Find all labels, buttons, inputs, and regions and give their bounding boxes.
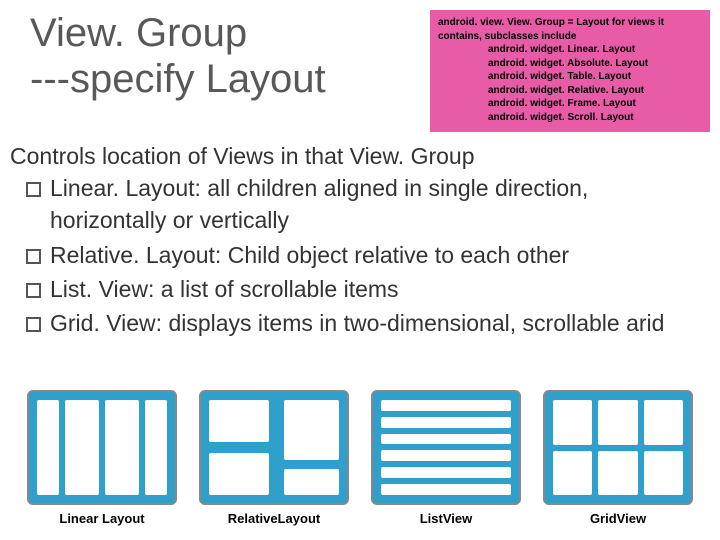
diagram-caption: Linear Layout bbox=[59, 511, 144, 526]
layout-block bbox=[553, 400, 592, 445]
header-row: View. Group ---specify Layout android. v… bbox=[0, 0, 720, 132]
linear-layout-icon bbox=[27, 390, 177, 505]
layout-block bbox=[209, 453, 269, 495]
diagram-linear: Linear Layout bbox=[27, 390, 177, 526]
layout-block bbox=[381, 400, 511, 411]
layout-block bbox=[284, 400, 339, 460]
callout-heading: android. view. View. Group = Layout for … bbox=[438, 16, 702, 43]
layout-block bbox=[381, 434, 511, 445]
info-callout: android. view. View. Group = Layout for … bbox=[430, 10, 710, 132]
relative-layout-icon bbox=[199, 390, 349, 505]
callout-item: android. widget. Scroll. Layout bbox=[438, 111, 702, 125]
grid-view-icon bbox=[543, 390, 693, 505]
list-item: Grid. View: displays items in two-dimens… bbox=[26, 307, 710, 339]
slide-title: View. Group ---specify Layout bbox=[30, 10, 430, 102]
diagram-caption: RelativeLayout bbox=[228, 511, 320, 526]
diagram-caption: ListView bbox=[420, 511, 473, 526]
diagram-row: Linear Layout RelativeLayout ListView bbox=[0, 390, 720, 526]
list-view-icon bbox=[371, 390, 521, 505]
layout-block bbox=[105, 400, 139, 495]
diagram-grid: GridView bbox=[543, 390, 693, 526]
body-content: Controls location of Views in that View.… bbox=[0, 132, 720, 339]
layout-block bbox=[644, 451, 683, 496]
callout-item: android. widget. Linear. Layout bbox=[438, 43, 702, 57]
layout-block bbox=[381, 450, 511, 461]
list-item: List. View: a list of scrollable items bbox=[26, 273, 710, 305]
layout-block bbox=[644, 400, 683, 445]
intro-text: Controls location of Views in that View.… bbox=[10, 140, 710, 172]
diagram-relative: RelativeLayout bbox=[199, 390, 349, 526]
callout-item: android. widget. Table. Layout bbox=[438, 70, 702, 84]
layout-block bbox=[37, 400, 59, 495]
layout-block bbox=[284, 469, 339, 495]
layout-block bbox=[553, 451, 592, 496]
bullet-list: Linear. Layout: all children aligned in … bbox=[10, 172, 710, 339]
layout-block bbox=[598, 400, 637, 445]
diagram-caption: GridView bbox=[590, 511, 646, 526]
title-line-1: View. Group bbox=[30, 11, 247, 55]
layout-block bbox=[65, 400, 99, 495]
layout-block bbox=[209, 400, 269, 442]
list-item: Relative. Layout: Child object relative … bbox=[26, 239, 710, 271]
layout-block bbox=[381, 467, 511, 478]
callout-item: android. widget. Absolute. Layout bbox=[438, 57, 702, 71]
layout-block bbox=[145, 400, 167, 495]
list-item: Linear. Layout: all children aligned in … bbox=[26, 172, 710, 236]
callout-item: android. widget. Relative. Layout bbox=[438, 84, 702, 98]
layout-block bbox=[381, 417, 511, 428]
callout-item: android. widget. Frame. Layout bbox=[438, 97, 702, 111]
diagram-list: ListView bbox=[371, 390, 521, 526]
layout-block bbox=[598, 451, 637, 496]
layout-block bbox=[381, 484, 511, 495]
title-line-2: ---specify Layout bbox=[30, 57, 326, 101]
